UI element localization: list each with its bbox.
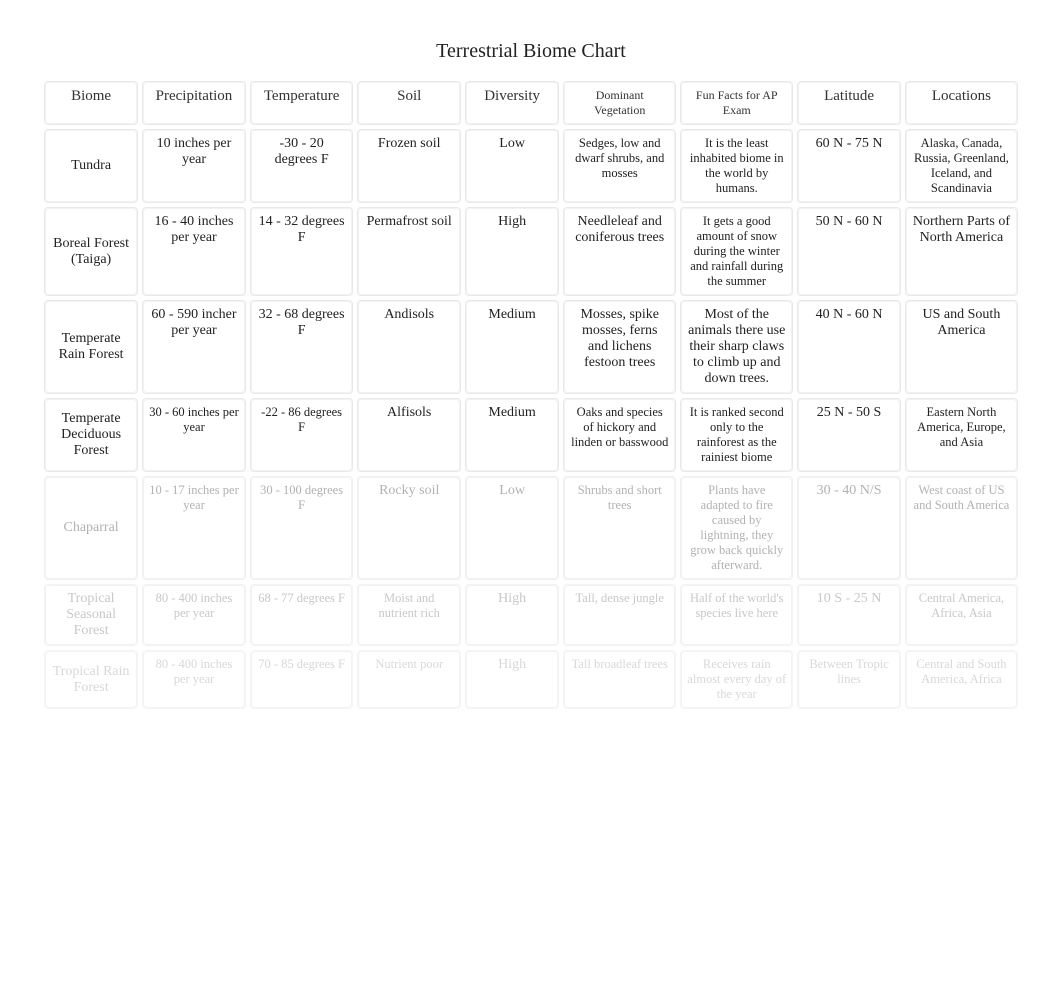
cell-locations: US and South America xyxy=(905,300,1018,394)
cell-temp: 70 - 85 degrees F xyxy=(250,650,354,709)
biome-chart-page: Terrestrial Biome Chart Biome Precipitat… xyxy=(0,0,1062,713)
cell-temp: 32 - 68 degrees F xyxy=(250,300,354,394)
cell-latitude: 60 N - 75 N xyxy=(797,129,901,203)
cell-diversity: High xyxy=(465,207,559,296)
cell-latitude: 30 - 40 N/S xyxy=(797,476,901,580)
col-locations: Locations xyxy=(905,81,1018,125)
cell-temp: -30 - 20 degrees F xyxy=(250,129,354,203)
cell-diversity: High xyxy=(465,584,559,646)
cell-diversity: Low xyxy=(465,476,559,580)
cell-locations: Eastern North America, Europe, and Asia xyxy=(905,398,1018,472)
table-body: Tundra 10 inches per year -30 - 20 degre… xyxy=(44,129,1018,709)
cell-soil: Alfisols xyxy=(357,398,461,472)
cell-fact: Receives rain almost every day of the ye… xyxy=(680,650,793,709)
col-latitude: Latitude xyxy=(797,81,901,125)
cell-fact: Plants have adapted to fire caused by li… xyxy=(680,476,793,580)
cell-vegetation: Tall, dense jungle xyxy=(563,584,676,646)
cell-precip: 30 - 60 inches per year xyxy=(142,398,246,472)
col-biome: Biome xyxy=(44,81,138,125)
cell-diversity: High xyxy=(465,650,559,709)
cell-locations: Central America, Africa, Asia xyxy=(905,584,1018,646)
cell-precip: 80 - 400 inches per year xyxy=(142,650,246,709)
cell-vegetation: Tall broadleaf trees xyxy=(563,650,676,709)
cell-precip: 60 - 590 incher per year xyxy=(142,300,246,394)
cell-locations: Central and South America, Africa xyxy=(905,650,1018,709)
cell-latitude: 40 N - 60 N xyxy=(797,300,901,394)
table-row: Boreal Forest (Taiga) 16 - 40 inches per… xyxy=(44,207,1018,296)
cell-temp: 14 - 32 degrees F xyxy=(250,207,354,296)
cell-fact: It is the least inhabited biome in the w… xyxy=(680,129,793,203)
cell-soil: Andisols xyxy=(357,300,461,394)
cell-soil: Moist and nutrient rich xyxy=(357,584,461,646)
table-row: Tundra 10 inches per year -30 - 20 degre… xyxy=(44,129,1018,203)
cell-locations: Alaska, Canada, Russia, Greenland, Icela… xyxy=(905,129,1018,203)
cell-biome: Tundra xyxy=(44,129,138,203)
cell-precip: 10 inches per year xyxy=(142,129,246,203)
cell-temp: 68 - 77 degrees F xyxy=(250,584,354,646)
cell-biome: Temperate Rain Forest xyxy=(44,300,138,394)
cell-soil: Nutrient poor xyxy=(357,650,461,709)
cell-biome: Boreal Forest (Taiga) xyxy=(44,207,138,296)
table-row: Chaparral 10 - 17 inches per year 30 - 1… xyxy=(44,476,1018,580)
biome-table: Biome Precipitation Temperature Soil Div… xyxy=(40,77,1022,713)
table-row: Temperate Rain Forest 60 - 590 incher pe… xyxy=(44,300,1018,394)
cell-temp: 30 - 100 degrees F xyxy=(250,476,354,580)
cell-precip: 16 - 40 inches per year xyxy=(142,207,246,296)
cell-locations: West coast of US and South America xyxy=(905,476,1018,580)
cell-diversity: Medium xyxy=(465,398,559,472)
table-row: Tropical Seasonal Forest 80 - 400 inches… xyxy=(44,584,1018,646)
col-diversity: Diversity xyxy=(465,81,559,125)
cell-latitude: 50 N - 60 N xyxy=(797,207,901,296)
col-vegetation: Dominant Vegetation xyxy=(563,81,676,125)
table-header-row: Biome Precipitation Temperature Soil Div… xyxy=(44,81,1018,125)
cell-vegetation: Sedges, low and dwarf shrubs, and mosses xyxy=(563,129,676,203)
cell-vegetation: Shrubs and short trees xyxy=(563,476,676,580)
cell-biome: Tropical Seasonal Forest xyxy=(44,584,138,646)
cell-vegetation: Mosses, spike mosses, ferns and lichens … xyxy=(563,300,676,394)
cell-biome: Chaparral xyxy=(44,476,138,580)
cell-diversity: Medium xyxy=(465,300,559,394)
cell-fact: It gets a good amount of snow during the… xyxy=(680,207,793,296)
cell-biome: Temperate Deciduous Forest xyxy=(44,398,138,472)
cell-soil: Rocky soil xyxy=(357,476,461,580)
table-row: Tropical Rain Forest 80 - 400 inches per… xyxy=(44,650,1018,709)
cell-fact: Most of the animals there use their shar… xyxy=(680,300,793,394)
col-soil: Soil xyxy=(357,81,461,125)
cell-fact: Half of the world's species live here xyxy=(680,584,793,646)
cell-locations: Northern Parts of North America xyxy=(905,207,1018,296)
col-precip: Precipitation xyxy=(142,81,246,125)
cell-latitude: 10 S - 25 N xyxy=(797,584,901,646)
cell-diversity: Low xyxy=(465,129,559,203)
cell-vegetation: Needleleaf and coniferous trees xyxy=(563,207,676,296)
col-temp: Temperature xyxy=(250,81,354,125)
page-title: Terrestrial Biome Chart xyxy=(40,40,1022,63)
cell-vegetation: Oaks and species of hickory and linden o… xyxy=(563,398,676,472)
cell-temp: -22 - 86 degrees F xyxy=(250,398,354,472)
cell-latitude: 25 N - 50 S xyxy=(797,398,901,472)
cell-biome: Tropical Rain Forest xyxy=(44,650,138,709)
cell-latitude: Between Tropic lines xyxy=(797,650,901,709)
col-fact: Fun Facts for AP Exam xyxy=(680,81,793,125)
table-row: Temperate Deciduous Forest 30 - 60 inche… xyxy=(44,398,1018,472)
cell-soil: Frozen soil xyxy=(357,129,461,203)
cell-precip: 80 - 400 inches per year xyxy=(142,584,246,646)
cell-soil: Permafrost soil xyxy=(357,207,461,296)
cell-precip: 10 - 17 inches per year xyxy=(142,476,246,580)
cell-fact: It is ranked second only to the rainfore… xyxy=(680,398,793,472)
